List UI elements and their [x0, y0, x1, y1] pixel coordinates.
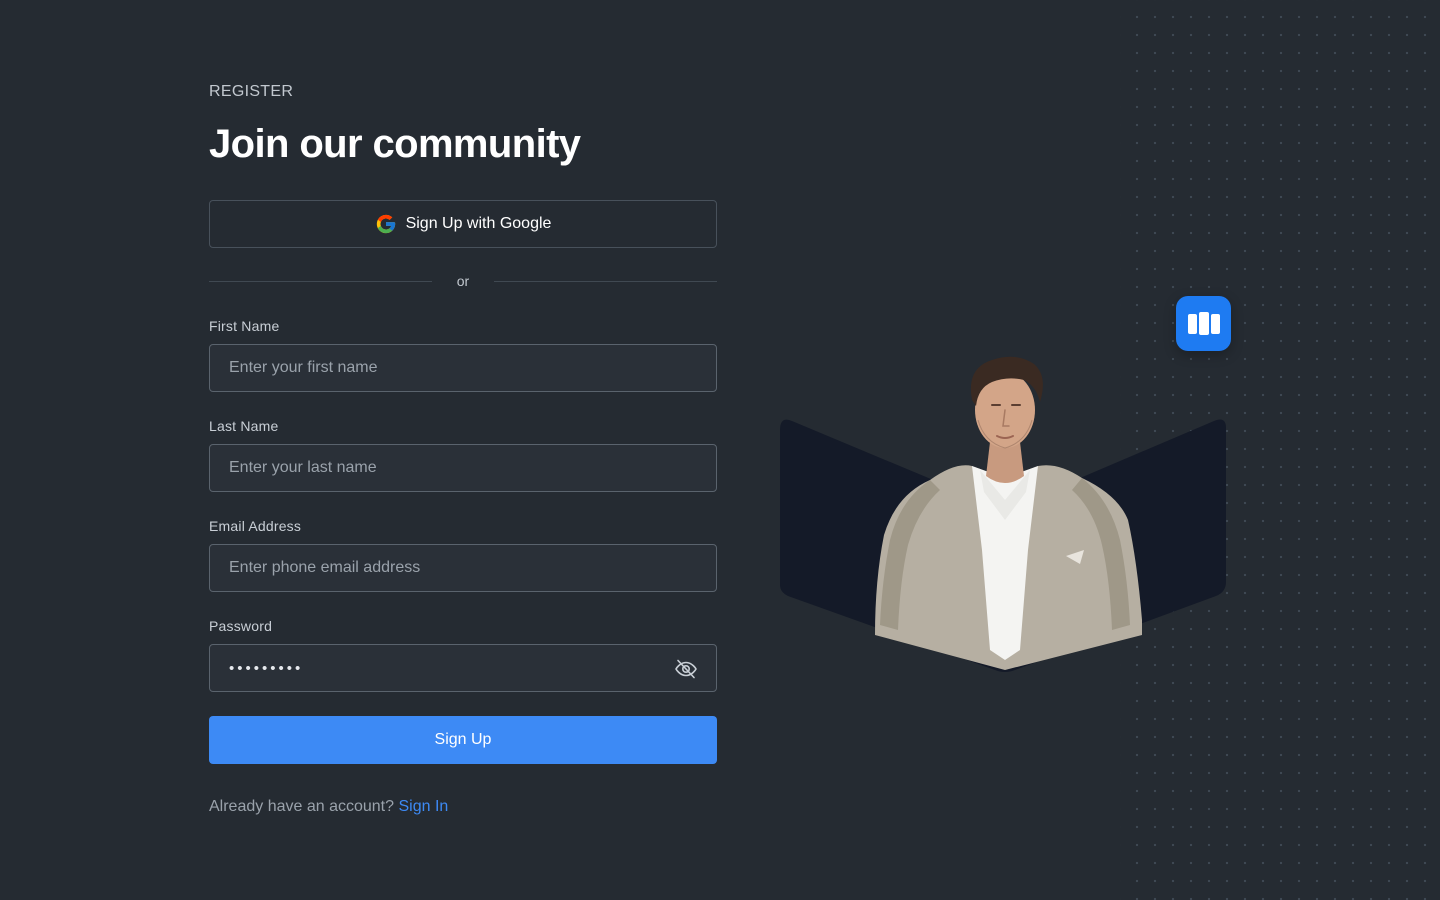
- sign-up-button[interactable]: Sign Up: [209, 716, 717, 764]
- first-name-label: First Name: [209, 318, 280, 334]
- register-page: REGISTER Join our community Sign Up with…: [0, 0, 1440, 900]
- email-input[interactable]: [210, 545, 716, 591]
- first-name-field-wrapper: [209, 344, 717, 392]
- password-label: Password: [209, 618, 273, 634]
- first-name-input[interactable]: [210, 345, 716, 391]
- app-icon: [1176, 296, 1231, 351]
- email-field-wrapper: [209, 544, 717, 592]
- password-field-wrapper: [209, 644, 717, 692]
- hero-portrait: [780, 356, 1226, 672]
- last-name-input[interactable]: [210, 445, 716, 491]
- or-divider: or: [209, 272, 717, 292]
- book-icon: [1187, 311, 1220, 335]
- divider-line-right: [494, 281, 717, 282]
- hero-illustration: [780, 295, 1240, 685]
- sign-in-link[interactable]: Sign In: [398, 798, 448, 815]
- signin-prompt-row: Already have an account? Sign In: [209, 798, 448, 816]
- password-input[interactable]: [210, 645, 716, 691]
- page-title: Join our community: [209, 122, 581, 166]
- page-eyebrow: REGISTER: [209, 83, 294, 100]
- google-signup-label: Sign Up with Google: [405, 215, 552, 232]
- google-signup-button[interactable]: Sign Up with Google: [209, 200, 717, 248]
- toggle-password-visibility-button[interactable]: [674, 657, 698, 681]
- last-name-label: Last Name: [209, 418, 279, 434]
- google-icon: [376, 214, 395, 234]
- eye-off-icon: [675, 659, 697, 679]
- last-name-field-wrapper: [209, 444, 717, 492]
- email-label: Email Address: [209, 518, 302, 534]
- signin-prompt-text: Already have an account?: [209, 798, 395, 815]
